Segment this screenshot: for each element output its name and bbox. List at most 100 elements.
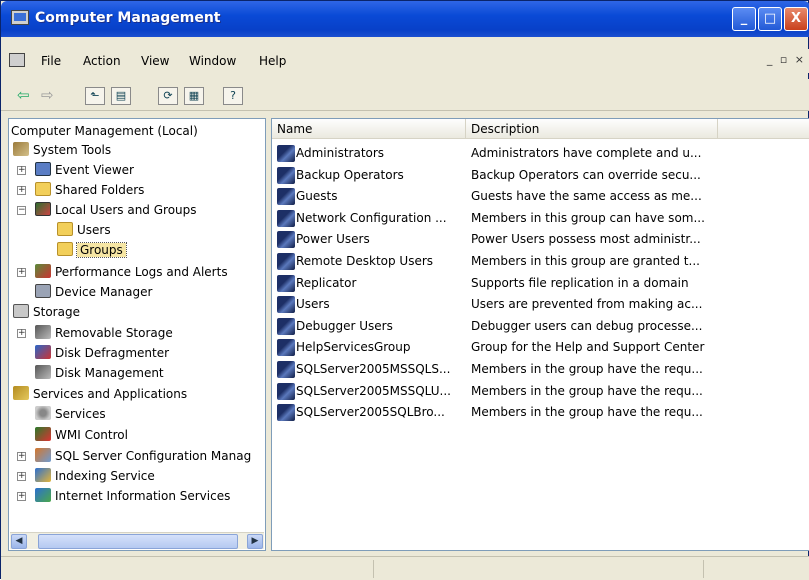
- group-icon: [277, 404, 295, 422]
- maximize-button[interactable]: □: [758, 7, 782, 31]
- menu-window[interactable]: Window: [189, 54, 236, 68]
- tree-item-label: SQL Server Configuration Manag: [55, 449, 252, 463]
- tree-item-iis[interactable]: Internet Information Services: [35, 486, 230, 506]
- tree-item-label: Removable Storage: [55, 326, 173, 340]
- group-row[interactable]: SQLServer2005SQLBro... Members in the gro…: [272, 402, 809, 423]
- tree-item-indexing-service[interactable]: Indexing Service: [35, 466, 155, 486]
- group-description: Administrators have complete and u...: [471, 146, 702, 160]
- help-icon[interactable]: ?: [223, 87, 243, 105]
- group-row[interactable]: Guests Guests have the same access as me.…: [272, 186, 809, 207]
- group-row[interactable]: Users Users are prevented from making ac.…: [272, 294, 809, 315]
- tree-item-label: Indexing Service: [55, 469, 155, 483]
- column-header-empty[interactable]: [718, 119, 809, 139]
- expand-plus-icon[interactable]: +: [17, 166, 26, 175]
- group-row[interactable]: Backup Operators Backup Operators can ove…: [272, 165, 809, 186]
- up-one-level-icon[interactable]: ⬑: [85, 87, 105, 105]
- horizontal-scrollbar[interactable]: ◀ ▶: [10, 532, 264, 549]
- tree-item-wmi-control[interactable]: WMI Control: [35, 425, 128, 445]
- indexing-service-icon: [35, 468, 51, 482]
- group-row[interactable]: Debugger Users Debugger users can debug p…: [272, 316, 809, 337]
- expand-plus-icon[interactable]: +: [17, 452, 26, 461]
- mmc-document-icon[interactable]: [9, 53, 25, 67]
- scrollbar-thumb[interactable]: [38, 534, 238, 549]
- group-name: Remote Desktop Users: [296, 254, 434, 268]
- expand-plus-icon[interactable]: +: [17, 268, 26, 277]
- folder-icon: [57, 222, 73, 236]
- child-window-controls-icon[interactable]: _ ▫ ×: [767, 53, 806, 66]
- group-row[interactable]: Replicator Supports file replication in a…: [272, 273, 809, 294]
- menu-file[interactable]: File: [41, 54, 61, 68]
- group-row[interactable]: Network Configuration ... Members in this…: [272, 208, 809, 229]
- group-description: Members in the group have the requ...: [471, 405, 703, 420]
- tree-item-device-manager[interactable]: Device Manager: [35, 282, 152, 302]
- tree-item-performance-logs[interactable]: Performance Logs and Alerts: [35, 262, 228, 282]
- expand-plus-icon[interactable]: +: [17, 472, 26, 481]
- tree-item-storage[interactable]: Storage: [13, 302, 80, 322]
- tree-item-label: Disk Management: [55, 366, 164, 380]
- tree-item-removable-storage[interactable]: Removable Storage: [35, 323, 173, 343]
- group-row[interactable]: Power Users Power Users possess most admi…: [272, 229, 809, 250]
- removable-storage-icon: [35, 325, 51, 339]
- close-button[interactable]: X: [784, 7, 808, 31]
- status-divider: [703, 560, 704, 578]
- column-header-description[interactable]: Description: [466, 119, 718, 139]
- computer-management-window: Computer Management _ □ X File Action Vi…: [0, 0, 809, 580]
- back-arrow-icon[interactable]: ⇦: [17, 87, 30, 103]
- toolbar: ⇦ ⇨ ⬑ ▤ ⟳ ▦ ?: [1, 79, 809, 111]
- group-name: Network Configuration ...: [296, 210, 447, 225]
- group-icon: [277, 296, 295, 314]
- group-name: HelpServicesGroup: [296, 340, 411, 355]
- tree-item-label: WMI Control: [55, 428, 128, 442]
- group-description: Backup Operators can override secu...: [471, 167, 701, 182]
- minimize-button[interactable]: _: [732, 7, 756, 31]
- collapse-minus-icon[interactable]: −: [17, 206, 26, 215]
- tree-item-event-viewer[interactable]: Event Viewer: [35, 160, 134, 180]
- group-row[interactable]: SQLServer2005MSSQLS... Members in the gro…: [272, 359, 809, 380]
- group-row[interactable]: SQLServer2005MSSQLU... Members in the gro…: [272, 381, 809, 402]
- group-row[interactable]: HelpServicesGroup Group for the Help and …: [272, 337, 809, 358]
- disk-management-icon: [35, 365, 51, 379]
- tree-item-disk-defragmenter[interactable]: Disk Defragmenter: [35, 343, 169, 363]
- group-row[interactable]: Administrators Administrators have comple…: [272, 143, 809, 164]
- group-name: SQLServer2005MSSQLS...: [296, 362, 451, 376]
- menu-bar: File Action View Window Help _ ▫ ×: [1, 49, 809, 73]
- group-description: Supports file replication in a domain: [471, 275, 689, 290]
- menu-help[interactable]: Help: [259, 54, 286, 68]
- device-manager-icon: [35, 284, 51, 298]
- group-description: Members in the group have the requ...: [471, 383, 703, 398]
- menu-action[interactable]: Action: [83, 54, 121, 68]
- expand-plus-icon[interactable]: +: [17, 186, 26, 195]
- group-name: Replicator: [296, 275, 357, 290]
- scroll-left-icon[interactable]: ◀: [11, 534, 27, 549]
- tree-item-disk-management[interactable]: Disk Management: [35, 363, 164, 383]
- export-list-icon[interactable]: ▦: [184, 87, 204, 105]
- expand-plus-icon[interactable]: +: [17, 329, 26, 338]
- tree-item-services-applications[interactable]: Services and Applications: [13, 384, 187, 404]
- scroll-right-icon[interactable]: ▶: [247, 534, 263, 549]
- tree-item-shared-folders[interactable]: Shared Folders: [35, 180, 144, 200]
- tree-item-local-users-groups[interactable]: Local Users and Groups: [35, 200, 197, 220]
- sql-server-config-icon: [35, 448, 51, 462]
- forward-arrow-icon[interactable]: ⇨: [41, 87, 54, 103]
- status-bar: [1, 556, 809, 580]
- tree-item-root[interactable]: Computer Management (Local): [11, 121, 198, 141]
- refresh-icon[interactable]: ⟳: [158, 87, 178, 105]
- expand-plus-icon[interactable]: +: [17, 492, 26, 501]
- menu-view[interactable]: View: [141, 54, 169, 68]
- show-hide-console-tree-icon[interactable]: ▤: [111, 87, 131, 105]
- tree-item-groups[interactable]: Groups: [57, 240, 127, 260]
- group-row[interactable]: Remote Desktop Users Members in this grou…: [272, 251, 809, 272]
- group-name: SQLServer2005SQLBro...: [296, 405, 445, 420]
- services-applications-icon: [13, 386, 29, 400]
- tree-item-sql-server-config[interactable]: SQL Server Configuration Manag: [35, 446, 251, 466]
- group-name: Administrators: [296, 146, 385, 160]
- tree-item-users[interactable]: Users: [57, 220, 111, 240]
- group-name: Users: [296, 297, 330, 312]
- tree-item-services[interactable]: Services: [35, 404, 106, 424]
- tree-item-label: Performance Logs and Alerts: [55, 265, 228, 279]
- title-bar[interactable]: Computer Management _ □ X: [1, 1, 809, 37]
- tree-item-system-tools[interactable]: System Tools: [13, 140, 111, 160]
- column-header-name[interactable]: Name: [272, 119, 466, 139]
- details-pane: Name Description Administrators Administr…: [271, 118, 809, 551]
- group-description: Users are prevented from making ac...: [471, 297, 703, 312]
